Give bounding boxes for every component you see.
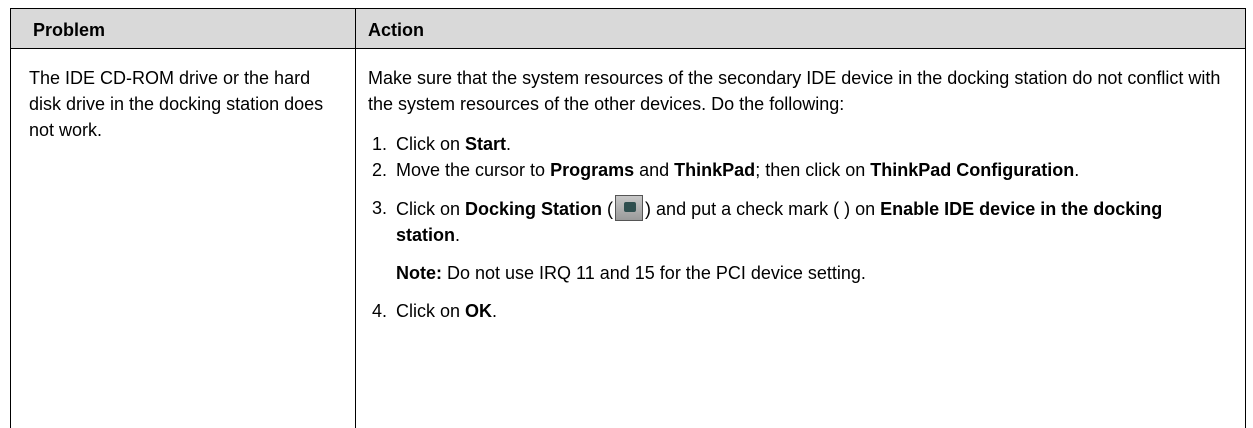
step-bold-start: Start — [465, 134, 507, 154]
step-text: and — [634, 160, 675, 180]
step-text: ; then click on — [755, 160, 871, 180]
step-text: . — [506, 134, 512, 154]
step-number: 1. — [372, 134, 388, 154]
step-3: 3. Click on Docking Station ( ) and put a… — [368, 195, 1228, 248]
troubleshooting-table: Problem Action The IDE CD-ROM drive or t… — [10, 8, 1246, 428]
note-label: Note: — [396, 263, 442, 283]
step-text: Click on — [396, 199, 466, 219]
action-cell: Make sure that the system resources of t… — [368, 65, 1228, 324]
table-header-row: Problem Action — [11, 9, 1245, 49]
step-text: Click on — [396, 134, 466, 154]
step-text: Move the cursor to — [396, 160, 551, 180]
step-bold-thinkpad: ThinkPad — [674, 160, 756, 180]
action-intro: Make sure that the system resources of t… — [368, 68, 1221, 114]
problem-cell: The IDE CD-ROM drive or the hard disk dr… — [29, 68, 324, 140]
step-1: 1. Click on Start. — [368, 131, 1228, 157]
docking-station-icon — [615, 195, 644, 221]
step-text: . — [455, 225, 461, 245]
step-number: 3. — [372, 198, 388, 218]
step-text: ( — [602, 199, 614, 219]
step-text: Click on — [396, 301, 466, 321]
step-4: 4. Click on OK. — [368, 298, 1228, 324]
step-number: 4. — [372, 301, 388, 321]
step-text: . — [1074, 160, 1080, 180]
step-bold-thinkpad-configuration: ThinkPad Configuration — [870, 160, 1075, 180]
step-bold-docking-station: Docking Station — [465, 199, 603, 219]
action-steps-list: 1. Click on Start. 2. Move the cursor to… — [368, 131, 1228, 324]
step-text: . — [492, 301, 498, 321]
step-2: 2. Move the cursor to Programs and Think… — [368, 157, 1228, 183]
step-number: 2. — [372, 160, 388, 180]
note: Note: Do not use IRQ 11 and 15 for the P… — [368, 260, 1228, 286]
column-header-action: Action — [368, 20, 424, 40]
step-text: ) and put a check mark ( ) on — [645, 199, 881, 219]
step-bold-programs: Programs — [550, 160, 635, 180]
column-divider — [355, 9, 356, 428]
note-text: Do not use IRQ 11 and 15 for the PCI dev… — [442, 263, 866, 283]
column-header-problem: Problem — [33, 20, 106, 40]
step-bold-ok: OK — [465, 301, 493, 321]
